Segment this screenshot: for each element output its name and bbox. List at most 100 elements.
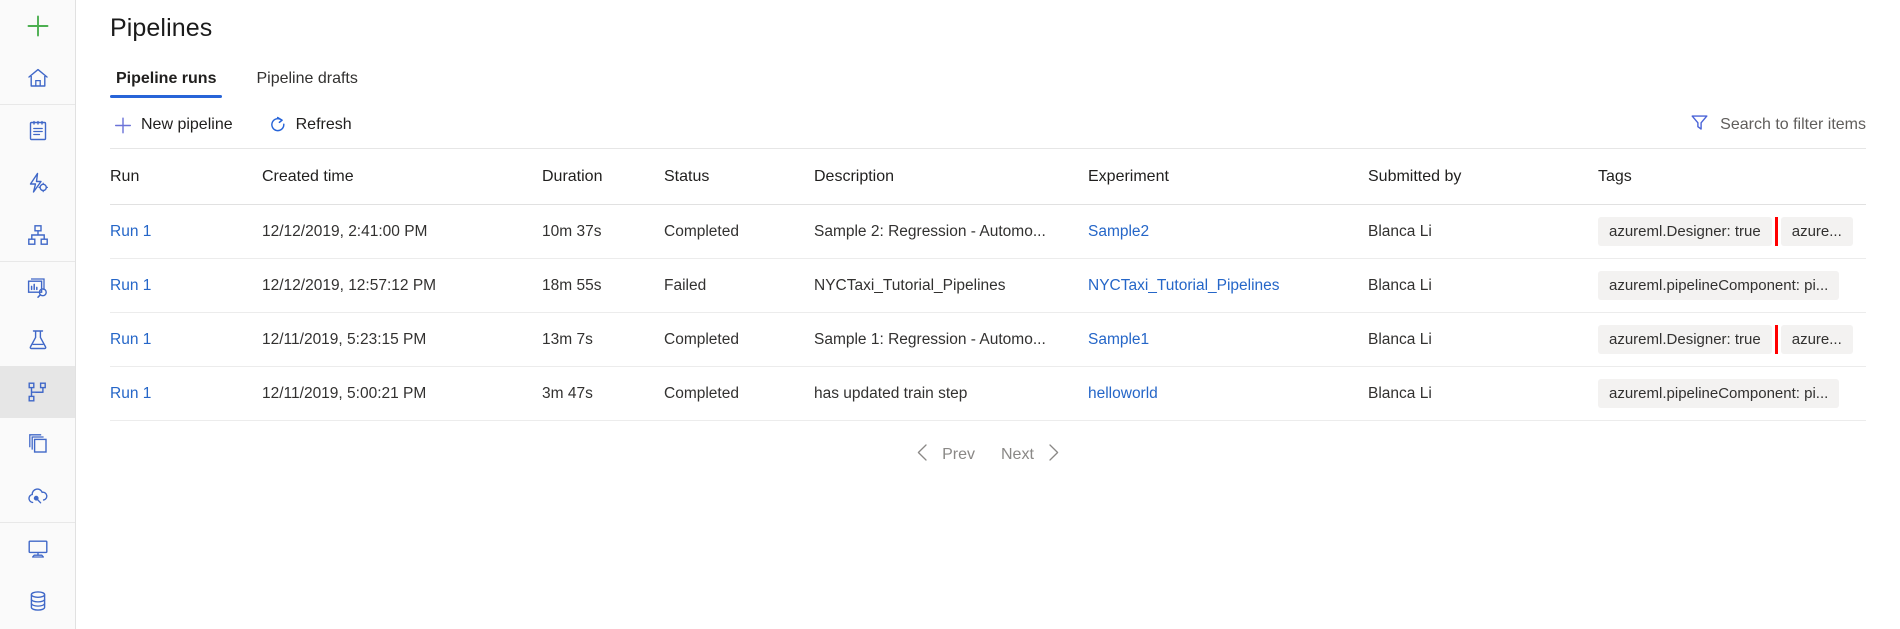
tab-bar: Pipeline runs Pipeline drafts: [76, 70, 1900, 98]
column-header-run[interactable]: Run: [110, 168, 262, 186]
sidebar-item-designer[interactable]: [0, 209, 75, 261]
datasets-icon: [26, 276, 50, 300]
new-pipeline-label: New pipeline: [141, 116, 233, 134]
cell-created-time: 12/12/2019, 12:57:12 PM: [262, 277, 542, 295]
refresh-label: Refresh: [296, 116, 352, 134]
pagination: Prev Next: [76, 443, 1900, 467]
table-row[interactable]: Run 1 12/12/2019, 2:41:00 PM 10m 37s Com…: [110, 205, 1866, 259]
sidebar-item-automated-ml[interactable]: [0, 157, 75, 209]
tag-chip[interactable]: azureml.Designer: true: [1598, 325, 1772, 354]
experiment-link[interactable]: NYCTaxi_Tutorial_Pipelines: [1088, 277, 1280, 294]
add-new-icon: [25, 13, 51, 39]
cell-status: Completed: [664, 223, 814, 241]
next-page-label: Next: [1001, 446, 1034, 464]
cell-status: Completed: [664, 331, 814, 349]
experiment-link[interactable]: Sample2: [1088, 223, 1149, 240]
refresh-icon: [269, 116, 287, 134]
cell-duration: 18m 55s: [542, 277, 664, 295]
tab-pipeline-runs[interactable]: Pipeline runs: [110, 70, 222, 98]
sidebar-item-models[interactable]: [0, 418, 75, 470]
run-link[interactable]: Run 1: [110, 223, 151, 240]
cell-description: NYCTaxi_Tutorial_Pipelines: [814, 277, 1088, 295]
sidebar-item-notebooks[interactable]: [0, 105, 75, 157]
cell-submitted-by: Blanca Li: [1368, 277, 1598, 295]
tab-pipeline-drafts[interactable]: Pipeline drafts: [250, 70, 363, 98]
cell-tags: azureml.Designer: true azure...: [1598, 325, 1866, 354]
page-title: Pipelines: [76, 0, 1900, 43]
cell-tags: azureml.Designer: true azure...: [1598, 217, 1866, 246]
column-header-experiment[interactable]: Experiment: [1088, 168, 1368, 186]
experiment-link[interactable]: helloworld: [1088, 385, 1158, 402]
cell-duration: 3m 47s: [542, 385, 664, 403]
designer-icon: [26, 223, 50, 247]
tag-highlight-box: azureml.Designer: true: [1598, 217, 1772, 246]
next-page-button[interactable]: Next: [1001, 443, 1061, 467]
cell-created-time: 12/12/2019, 2:41:00 PM: [262, 223, 542, 241]
cell-status: Failed: [664, 277, 814, 295]
sidebar-item-experiments[interactable]: [0, 314, 75, 366]
refresh-button[interactable]: Refresh: [265, 112, 356, 138]
table-row[interactable]: Run 1 12/11/2019, 5:00:21 PM 3m 47s Comp…: [110, 367, 1866, 421]
models-icon: [26, 432, 50, 456]
prev-page-label: Prev: [942, 446, 975, 464]
cell-duration: 10m 37s: [542, 223, 664, 241]
cell-submitted-by: Blanca Li: [1368, 223, 1598, 241]
table-row[interactable]: Run 1 12/11/2019, 5:23:15 PM 13m 7s Comp…: [110, 313, 1866, 367]
pipelines-icon: [26, 380, 50, 404]
plus-icon: [114, 116, 132, 134]
column-header-tags[interactable]: Tags: [1598, 168, 1866, 186]
cell-submitted-by: Blanca Li: [1368, 331, 1598, 349]
cell-description: Sample 1: Regression - Automo...: [814, 331, 1088, 349]
table-header-row: Run Created time Duration Status Descrip…: [110, 149, 1866, 205]
home-icon: [26, 66, 50, 90]
column-header-submitted-by[interactable]: Submitted by: [1368, 168, 1598, 186]
experiment-link[interactable]: Sample1: [1088, 331, 1149, 348]
run-link[interactable]: Run 1: [110, 277, 151, 294]
compute-icon: [26, 537, 50, 561]
cell-description: Sample 2: Regression - Automo...: [814, 223, 1088, 241]
tag-chip[interactable]: azure...: [1781, 325, 1853, 354]
chevron-left-icon: [915, 443, 930, 467]
tag-chip[interactable]: azureml.pipelineComponent: pi...: [1598, 379, 1839, 408]
datastores-icon: [26, 589, 50, 613]
tag-chip[interactable]: azure...: [1781, 217, 1853, 246]
sidebar-item-pipelines[interactable]: [0, 366, 75, 418]
search-filter-button[interactable]: Search to filter items: [1690, 113, 1866, 137]
sidebar-item-datasets[interactable]: [0, 262, 75, 314]
column-header-status[interactable]: Status: [664, 168, 814, 186]
automated-ml-icon: [26, 171, 50, 195]
sidebar-group-manage: [0, 522, 75, 629]
chevron-right-icon: [1046, 443, 1061, 467]
toolbar: New pipeline Refresh Search to filte: [76, 102, 1900, 148]
sidebar-item-endpoints[interactable]: [0, 470, 75, 522]
sidebar-group-assets: [0, 261, 75, 522]
cell-submitted-by: Blanca Li: [1368, 385, 1598, 403]
tag-highlight-box: azureml.Designer: true: [1598, 325, 1772, 354]
filter-icon: [1690, 113, 1709, 137]
new-pipeline-button[interactable]: New pipeline: [110, 112, 237, 138]
app-root: Pipelines Pipeline runs Pipeline drafts …: [0, 0, 1900, 629]
left-sidebar: [0, 0, 76, 629]
experiments-icon: [26, 328, 50, 352]
tag-chip[interactable]: azureml.pipelineComponent: pi...: [1598, 271, 1839, 300]
search-filter-label: Search to filter items: [1720, 116, 1866, 134]
column-header-duration[interactable]: Duration: [542, 168, 664, 186]
cell-tags: azureml.pipelineComponent: pi...: [1598, 271, 1866, 300]
sidebar-item-datastores[interactable]: [0, 575, 75, 627]
column-header-created-time[interactable]: Created time: [262, 168, 542, 186]
sidebar-item-new[interactable]: [0, 0, 75, 52]
pipeline-runs-table: Run Created time Duration Status Descrip…: [76, 149, 1900, 421]
run-link[interactable]: Run 1: [110, 331, 151, 348]
column-header-description[interactable]: Description: [814, 168, 1088, 186]
cell-tags: azureml.pipelineComponent: pi...: [1598, 379, 1866, 408]
sidebar-item-compute[interactable]: [0, 523, 75, 575]
cell-created-time: 12/11/2019, 5:00:21 PM: [262, 385, 542, 403]
main-content: Pipelines Pipeline runs Pipeline drafts …: [76, 0, 1900, 629]
prev-page-button[interactable]: Prev: [915, 443, 975, 467]
sidebar-item-home[interactable]: [0, 52, 75, 104]
endpoints-icon: [26, 484, 50, 508]
cell-status: Completed: [664, 385, 814, 403]
table-row[interactable]: Run 1 12/12/2019, 12:57:12 PM 18m 55s Fa…: [110, 259, 1866, 313]
run-link[interactable]: Run 1: [110, 385, 151, 402]
tag-chip[interactable]: azureml.Designer: true: [1598, 217, 1772, 246]
